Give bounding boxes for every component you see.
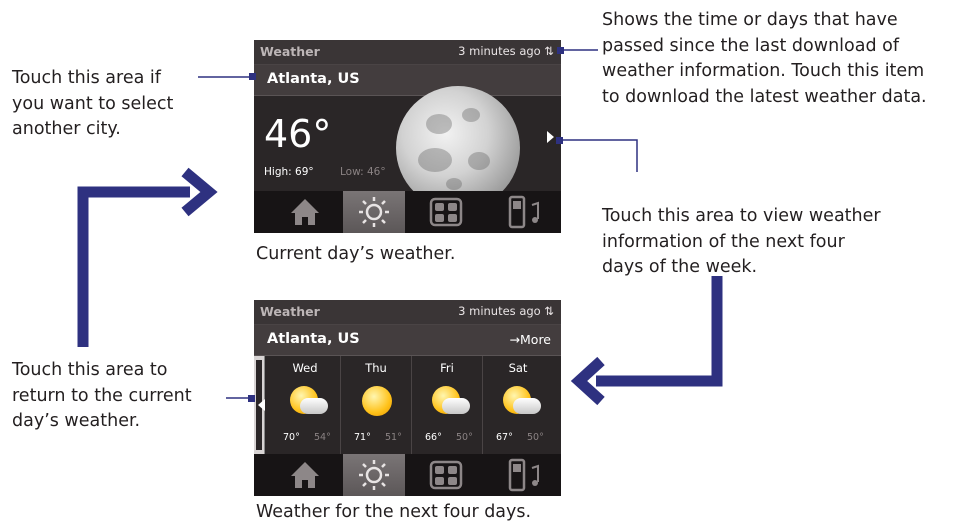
callout-overlay: [77, 47, 723, 406]
sync-callout-dot: [557, 47, 564, 54]
to-forecast-arrow: [77, 186, 190, 347]
to-current-arrow: [596, 276, 723, 387]
next-days-callout-line: [560, 139, 638, 172]
next-days-callout-dot: [556, 137, 563, 144]
city-callout-dot: [249, 73, 256, 80]
return-callout-dot: [248, 395, 255, 402]
